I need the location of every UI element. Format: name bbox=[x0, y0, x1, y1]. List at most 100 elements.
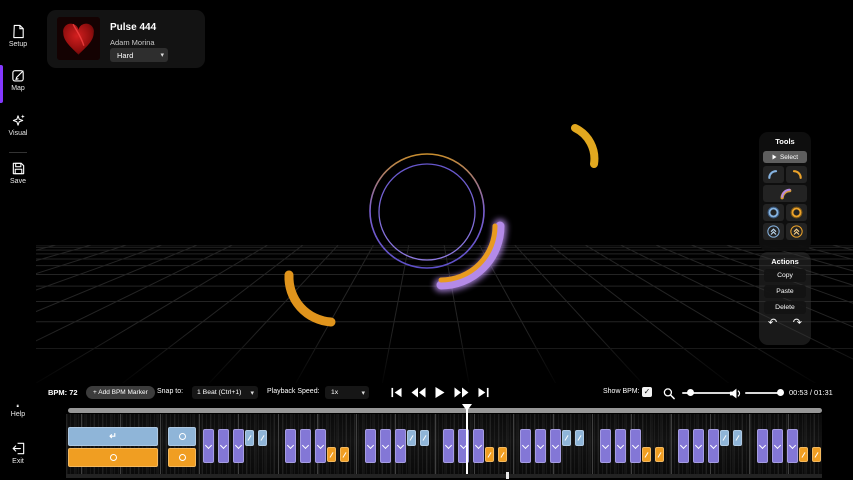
purple-note[interactable] bbox=[630, 429, 641, 463]
orange-note[interactable] bbox=[68, 448, 158, 467]
purple-note[interactable] bbox=[233, 429, 244, 463]
blue-note[interactable] bbox=[407, 430, 416, 446]
tick-glyph bbox=[500, 451, 505, 458]
sidebar-item-exit[interactable]: Exit bbox=[0, 441, 36, 465]
slider-knob[interactable] bbox=[687, 389, 694, 396]
purple-note[interactable] bbox=[380, 429, 391, 463]
snap-dropdown[interactable]: 1 Beat (Ctrl+1) ▾ bbox=[192, 386, 258, 399]
rewind-button[interactable] bbox=[411, 387, 426, 398]
purple-note[interactable] bbox=[600, 429, 611, 463]
purple-note[interactable] bbox=[365, 429, 376, 463]
purple-note[interactable] bbox=[615, 429, 626, 463]
difficulty-dropdown[interactable]: Hard ▾ bbox=[110, 48, 168, 62]
orange-note[interactable] bbox=[340, 447, 349, 462]
zoom-magnifier-icon[interactable] bbox=[663, 387, 675, 400]
blue-note[interactable] bbox=[562, 430, 571, 446]
blue-note[interactable] bbox=[245, 430, 254, 446]
orange-note[interactable] bbox=[485, 447, 494, 462]
tool-arc-note-purple[interactable] bbox=[763, 185, 807, 202]
tool-ring-note-blue[interactable] bbox=[763, 204, 784, 221]
tool-arc-note-orange[interactable] bbox=[786, 166, 807, 183]
volume-speaker-icon[interactable] bbox=[729, 387, 742, 400]
sidebar-divider bbox=[9, 152, 27, 153]
fast-forward-button[interactable] bbox=[454, 387, 469, 398]
blue-note[interactable] bbox=[258, 430, 267, 446]
purple-note[interactable] bbox=[443, 429, 454, 463]
chev-glyph bbox=[521, 441, 530, 449]
purple-note[interactable] bbox=[473, 429, 484, 463]
skip-to-start-button[interactable] bbox=[391, 387, 402, 398]
bpm-value: BPM: 72 bbox=[48, 388, 78, 397]
blue-note[interactable] bbox=[168, 427, 196, 446]
select-tool-button[interactable]: Select bbox=[763, 151, 807, 163]
copy-button[interactable]: Copy bbox=[764, 269, 806, 282]
orange-note[interactable] bbox=[642, 447, 651, 462]
delete-button[interactable]: Delete bbox=[764, 301, 806, 314]
chev-glyph bbox=[536, 441, 545, 449]
transport-controls bbox=[391, 387, 489, 398]
purple-note[interactable] bbox=[757, 429, 768, 463]
edit-icon bbox=[11, 70, 24, 82]
show-bpm-checkbox[interactable]: ✓ bbox=[642, 387, 652, 397]
sidebar-item-visual[interactable]: Visual bbox=[0, 113, 36, 137]
slider-knob[interactable] bbox=[776, 389, 784, 396]
purple-note[interactable] bbox=[218, 429, 229, 463]
blue-note[interactable] bbox=[575, 430, 584, 446]
tools-panel: Tools Select bbox=[759, 132, 811, 251]
beat-line bbox=[277, 414, 279, 474]
waveform-strip[interactable]: ↵ bbox=[66, 414, 822, 474]
blue-note[interactable] bbox=[420, 430, 429, 446]
sidebar-item-setup[interactable]: Setup bbox=[0, 24, 36, 48]
tool-ring-note-orange[interactable] bbox=[786, 204, 807, 221]
orange-note[interactable] bbox=[655, 447, 664, 462]
song-artist: Adam Morina bbox=[110, 38, 155, 47]
paste-button[interactable]: Paste bbox=[764, 285, 806, 298]
tool-arc-note-blue[interactable] bbox=[763, 166, 784, 183]
skip-to-end-button[interactable] bbox=[478, 387, 489, 398]
tick-glyph bbox=[657, 451, 662, 458]
chev-glyph bbox=[709, 441, 718, 449]
purple-note[interactable] bbox=[395, 429, 406, 463]
redo-icon[interactable]: ↷ bbox=[793, 318, 802, 329]
purple-note[interactable] bbox=[693, 429, 704, 463]
timeline-bottom-marker[interactable] bbox=[506, 472, 509, 479]
blue-note[interactable]: ↵ bbox=[68, 427, 158, 446]
play-button[interactable] bbox=[435, 387, 445, 398]
orange-note[interactable] bbox=[327, 447, 336, 462]
chev-glyph bbox=[474, 441, 483, 449]
ring-glyph bbox=[109, 454, 117, 461]
volume-slider[interactable] bbox=[745, 387, 784, 399]
purple-note[interactable] bbox=[535, 429, 546, 463]
undo-icon[interactable]: ↶ bbox=[768, 318, 777, 329]
chev-glyph bbox=[204, 441, 213, 449]
actions-panel: Actions Copy Paste Delete ↶ ↷ bbox=[759, 252, 811, 345]
playhead-line[interactable] bbox=[466, 406, 468, 474]
sidebar-item-save[interactable]: Save bbox=[0, 161, 36, 185]
purple-note[interactable] bbox=[300, 429, 311, 463]
tool-burst-note-orange[interactable] bbox=[786, 223, 807, 240]
orange-note[interactable] bbox=[799, 447, 808, 462]
purple-note[interactable] bbox=[315, 429, 326, 463]
purple-note[interactable] bbox=[708, 429, 719, 463]
add-bpm-marker-button[interactable]: + Add BPM Marker bbox=[86, 386, 155, 399]
purple-note[interactable] bbox=[772, 429, 783, 463]
tool-burst-note-blue[interactable] bbox=[763, 223, 784, 240]
purple-note[interactable] bbox=[520, 429, 531, 463]
purple-note[interactable] bbox=[550, 429, 561, 463]
blue-note[interactable] bbox=[733, 430, 742, 446]
purple-note[interactable] bbox=[285, 429, 296, 463]
purple-note[interactable] bbox=[787, 429, 798, 463]
tick-glyph bbox=[487, 451, 492, 458]
timeline-scrollbar[interactable] bbox=[68, 408, 822, 413]
orange-note[interactable] bbox=[812, 447, 821, 462]
note-arcs[interactable] bbox=[284, 124, 599, 327]
sidebar-item-map[interactable]: Map bbox=[0, 65, 36, 103]
purple-note[interactable] bbox=[678, 429, 689, 463]
orange-note[interactable] bbox=[498, 447, 507, 462]
purple-note[interactable] bbox=[203, 429, 214, 463]
return-glyph: ↵ bbox=[109, 431, 117, 441]
orange-note[interactable] bbox=[168, 448, 196, 467]
blue-note[interactable] bbox=[720, 430, 729, 446]
timeline-zoom-slider[interactable] bbox=[682, 387, 732, 399]
playback-speed-dropdown[interactable]: 1x ▾ bbox=[325, 386, 369, 399]
